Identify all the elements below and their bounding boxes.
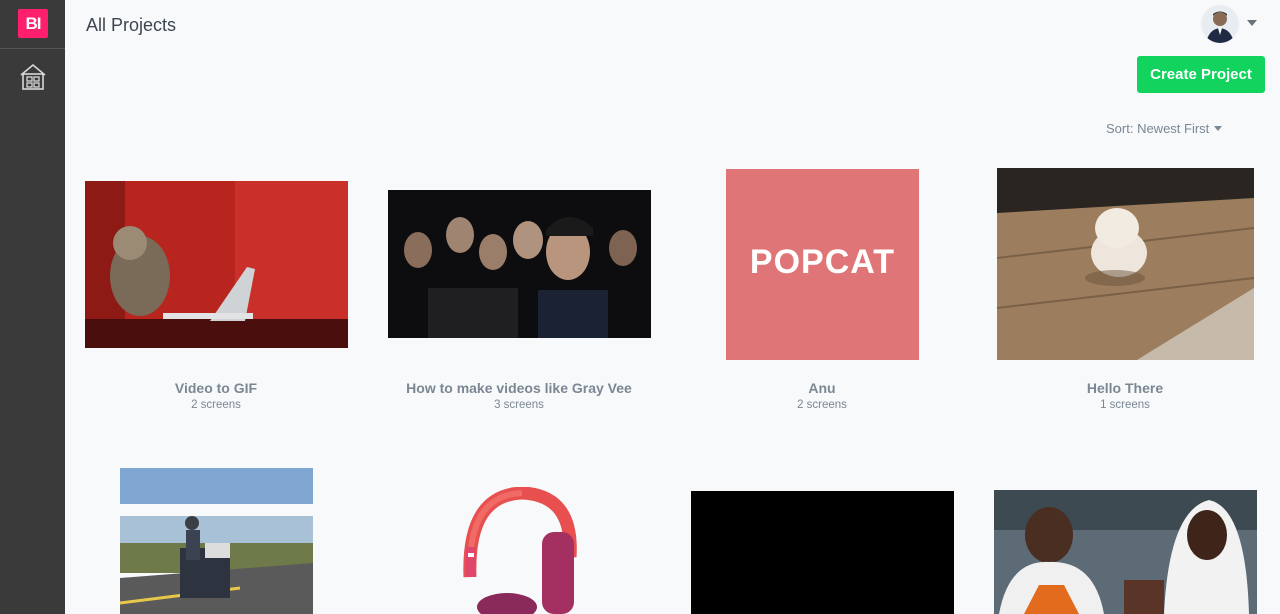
- project-screen-count: 3 screens: [494, 399, 544, 411]
- sort-dropdown[interactable]: Sort: Newest First: [1106, 121, 1223, 136]
- project-thumbnail-football-players[interactable]: [994, 490, 1257, 614]
- project-title[interactable]: Hello There: [974, 380, 1276, 396]
- project-screen-count: 1 screens: [1100, 399, 1150, 411]
- avatar[interactable]: [1201, 5, 1239, 43]
- project-screen-count: 2 screens: [797, 399, 847, 411]
- project-thumbnail-headphones[interactable]: [452, 487, 582, 614]
- popcat-thumbnail-text: POPCAT: [749, 243, 896, 281]
- project-thumbnail-anu[interactable]: POPCAT: [726, 169, 919, 360]
- sort-label: Sort: Newest First: [1106, 121, 1210, 136]
- project-thumbnail-hello-there[interactable]: [997, 168, 1254, 360]
- project-screen-count: 2 screens: [191, 399, 241, 411]
- sidebar: BI: [0, 0, 65, 614]
- project-thumbnail-black-video[interactable]: [691, 491, 954, 614]
- project-title[interactable]: Video to GIF: [65, 380, 367, 396]
- project-thumbnail-gray-vee[interactable]: [388, 190, 651, 338]
- home-grid-icon[interactable]: [18, 62, 48, 92]
- app-logo[interactable]: BI: [18, 9, 48, 38]
- project-title[interactable]: How to make videos like Gray Vee: [368, 380, 670, 396]
- project-title[interactable]: Anu: [671, 380, 973, 396]
- project-thumbnail-road[interactable]: [120, 468, 313, 614]
- chevron-down-icon: [1214, 126, 1223, 131]
- account-dropdown-icon[interactable]: [1247, 20, 1257, 26]
- create-project-button[interactable]: Create Project: [1137, 56, 1265, 93]
- sidebar-divider: [0, 48, 65, 49]
- project-thumbnail-video-to-gif[interactable]: [85, 181, 348, 348]
- page-title: All Projects: [86, 15, 177, 35]
